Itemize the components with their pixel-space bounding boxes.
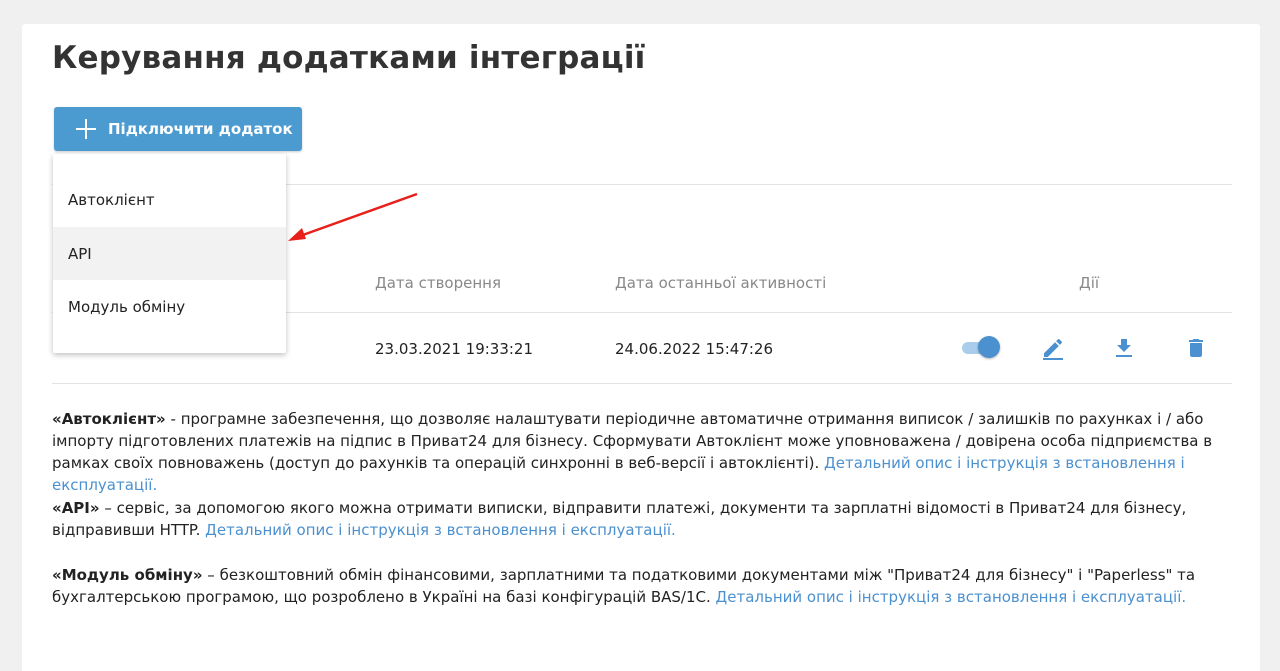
dropdown-item-autoclient[interactable]: Автоклієнт <box>53 173 286 226</box>
delete-icon[interactable] <box>1184 336 1208 360</box>
enabled-toggle[interactable] <box>960 336 1002 358</box>
red-arrow-annotation <box>288 192 418 241</box>
term-autoclient: «Автоклієнт» <box>52 410 166 428</box>
description-api: «API» – сервіс, за допомогою якого можна… <box>52 497 1237 541</box>
link-exchange[interactable]: Детальний опис і інструкція з встановлен… <box>716 588 1187 606</box>
description-autoclient: «Автоклієнт» - програмне забезпечення, щ… <box>52 408 1237 496</box>
header-last-activity: Дата останньої активності <box>615 274 827 292</box>
app-type-dropdown: Автоклієнт API Модуль обміну <box>53 154 286 353</box>
header-actions: Дії <box>1079 274 1100 292</box>
page-title: Керування додатками інтеграції <box>52 40 646 76</box>
last-activity-date: 24.06.2022 15:47:26 <box>615 340 774 358</box>
divider <box>52 383 1232 384</box>
dropdown-item-api[interactable]: API <box>53 227 286 280</box>
connect-app-label: Підключити додаток <box>108 120 293 138</box>
toggle-knob <box>978 336 1000 358</box>
plus-icon <box>76 119 96 139</box>
description-exchange: «Модуль обміну» – безкоштовний обмін фін… <box>52 564 1237 608</box>
edit-icon[interactable] <box>1041 336 1065 360</box>
download-icon[interactable] <box>1112 336 1136 360</box>
created-date: 23.03.2021 19:33:21 <box>375 340 534 358</box>
connect-app-button[interactable]: Підключити додаток <box>54 107 302 151</box>
term-exchange: «Модуль обміну» <box>52 566 203 584</box>
dropdown-item-exchange-module[interactable]: Модуль обміну <box>53 280 286 333</box>
link-api[interactable]: Детальний опис і інструкція з встановлен… <box>205 521 676 539</box>
header-created: Дата створення <box>375 274 501 292</box>
term-api: «API» <box>52 499 100 517</box>
